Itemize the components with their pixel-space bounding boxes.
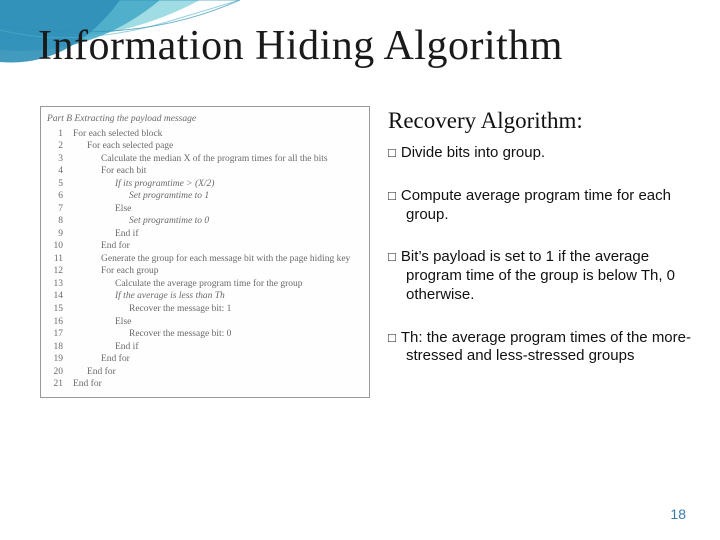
page-title: Information Hiding Algorithm bbox=[0, 0, 720, 78]
pseudocode-line: 8Set programtime to 0 bbox=[47, 215, 361, 228]
pseudocode-line: 6Set programtime to 1 bbox=[47, 190, 361, 203]
pseudocode-line: 2For each selected page bbox=[47, 140, 361, 153]
pseudocode-column: Part B Extracting the payload message 1F… bbox=[40, 106, 370, 398]
recovery-bullet: Divide bits into group. bbox=[388, 144, 700, 163]
pseudocode-line: 13Calculate the average program time for… bbox=[47, 278, 361, 291]
pseudocode-line: 1For each selected block bbox=[47, 128, 361, 141]
pseudocode-line: 4For each bit bbox=[47, 165, 361, 178]
pseudocode-line: 20End for bbox=[47, 366, 361, 379]
pseudocode-line: 5If its programtime > (X/2) bbox=[47, 178, 361, 191]
pseudocode-line: 9End if bbox=[47, 228, 361, 241]
recovery-bullet: Th: the average program times of the mor… bbox=[388, 329, 700, 367]
pseudocode-line: 21End for bbox=[47, 378, 361, 391]
recovery-bullet: Compute average program time for each gr… bbox=[388, 187, 700, 225]
pseudocode-box: Part B Extracting the payload message 1F… bbox=[40, 106, 370, 398]
pseudocode-line: 3Calculate the median X of the program t… bbox=[47, 153, 361, 166]
pseudocode-line: 19End for bbox=[47, 353, 361, 366]
pseudocode-line: 18End if bbox=[47, 341, 361, 354]
pseudocode-line: 12For each group bbox=[47, 265, 361, 278]
pseudocode-line: 7Else bbox=[47, 203, 361, 216]
content-row: Part B Extracting the payload message 1F… bbox=[0, 78, 720, 398]
pseudocode-line: 10End for bbox=[47, 240, 361, 253]
pseudocode-line: 11Generate the group for each message bi… bbox=[47, 253, 361, 266]
pseudocode-line: 17Recover the message bit: 0 bbox=[47, 328, 361, 341]
recovery-subheading: Recovery Algorithm: bbox=[388, 108, 700, 134]
recovery-bullet: Bit’s payload is set to 1 if the average… bbox=[388, 248, 700, 304]
recovery-column: Recovery Algorithm: Divide bits into gro… bbox=[388, 106, 700, 398]
pseudocode-line: 14If the average is less than Th bbox=[47, 290, 361, 303]
pseudocode-line: 15Recover the message bit: 1 bbox=[47, 303, 361, 316]
page-number: 18 bbox=[670, 506, 686, 522]
pseudocode-line: 16Else bbox=[47, 316, 361, 329]
